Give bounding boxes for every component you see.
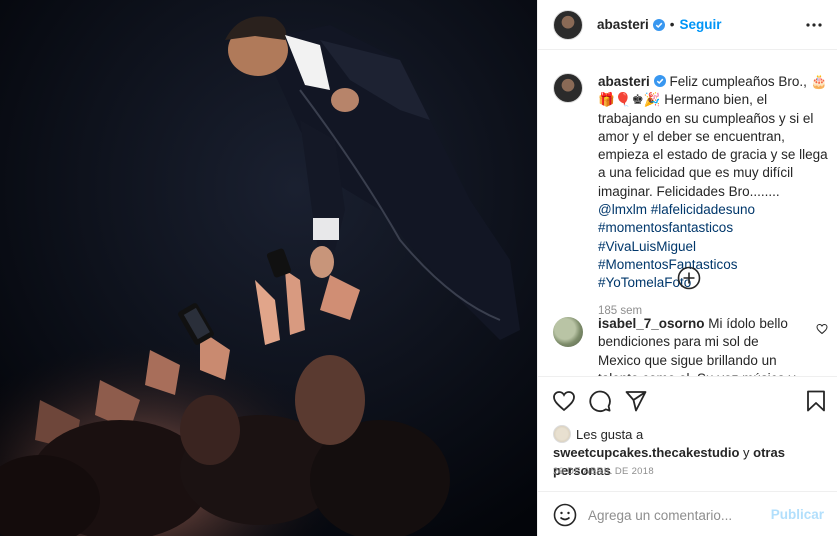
post-photo[interactable] — [0, 0, 537, 536]
publish-button[interactable]: Publicar — [771, 507, 824, 522]
avatar[interactable] — [553, 9, 583, 40]
paper-plane-icon[interactable] — [624, 389, 648, 413]
comments-list[interactable]: abasteri Feliz cumpleaños Bro., 🎂🎁🎈♚🎉 He… — [538, 51, 837, 376]
likes-prefix: Les gusta a — [576, 427, 644, 442]
caption-avatar[interactable] — [553, 73, 583, 103]
comment-item: isabel_7_osorno Mi ídolo bello bendicion… — [553, 315, 828, 376]
follow-button[interactable]: Seguir — [680, 17, 722, 32]
post-date[interactable]: 20 DE ABRIL DE 2018 — [553, 466, 654, 477]
heart-icon[interactable] — [552, 389, 576, 413]
comment-like-icon[interactable] — [816, 323, 828, 335]
concert-photo-image — [0, 0, 537, 536]
comment-input[interactable] — [588, 502, 768, 528]
comment-username[interactable]: isabel_7_osorno — [598, 316, 705, 331]
comment-text: isabel_7_osorno Mi ídolo bello bendicion… — [598, 315, 802, 376]
caption-text: abasteri Feliz cumpleaños Bro., 🎂🎁🎈♚🎉 He… — [598, 73, 828, 293]
caption-mention[interactable]: @lmxlm — [598, 202, 647, 217]
action-bar — [538, 376, 837, 424]
post-header: abasteri • Seguir — [538, 0, 837, 50]
liker-username[interactable]: sweetcupcakes.thecakestudio — [553, 445, 739, 460]
plus-circle-icon[interactable] — [677, 266, 701, 290]
verified-badge-icon — [653, 75, 666, 87]
emoji-icon[interactable] — [553, 503, 577, 527]
more-options-icon[interactable] — [806, 17, 822, 33]
comment-icon[interactable] — [588, 389, 612, 413]
username[interactable]: abasteri — [597, 17, 649, 32]
bookmark-icon[interactable] — [804, 389, 828, 413]
caption-username[interactable]: abasteri — [598, 74, 650, 89]
verified-badge-icon — [652, 18, 665, 31]
liker-avatar[interactable] — [553, 425, 571, 443]
comment-avatar[interactable] — [553, 317, 583, 347]
separator-dot: • — [669, 17, 675, 32]
add-comment-bar: Publicar — [538, 491, 837, 536]
post-sidebar: abasteri • Seguir abasteri Feliz cumplea… — [537, 0, 837, 536]
caption-body: Feliz cumpleaños Bro., 🎂🎁🎈♚🎉 Hermano bie… — [598, 74, 828, 199]
likes-mid: y — [739, 445, 754, 460]
